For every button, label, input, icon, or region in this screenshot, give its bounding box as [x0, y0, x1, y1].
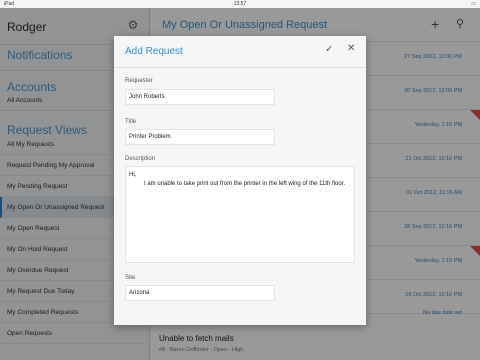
status-bar: iPad 13:57 ▭: [0, 0, 480, 8]
status-time: 13:57: [233, 1, 247, 7]
dialog-header: Add Request ✓ ✕: [114, 36, 366, 68]
site-label: Site: [125, 275, 136, 281]
description-label: Description: [125, 156, 156, 162]
requester-label: Requester: [125, 78, 153, 84]
requester-field[interactable]: John Roberts: [125, 89, 275, 105]
dialog-title: Add Request: [125, 46, 183, 57]
close-icon[interactable]: ✕: [347, 43, 355, 54]
checkmark-icon[interactable]: ✓: [325, 44, 333, 55]
description-field[interactable]: Hi, I am unable to take print out from t…: [125, 166, 355, 263]
site-field[interactable]: Arizona: [125, 285, 275, 301]
add-request-dialog: Add Request ✓ ✕ Requester John Roberts T…: [114, 36, 366, 325]
title-field[interactable]: Printer Problem: [125, 129, 275, 145]
battery-icon: ▭: [471, 1, 476, 7]
title-label: Title: [125, 119, 137, 125]
